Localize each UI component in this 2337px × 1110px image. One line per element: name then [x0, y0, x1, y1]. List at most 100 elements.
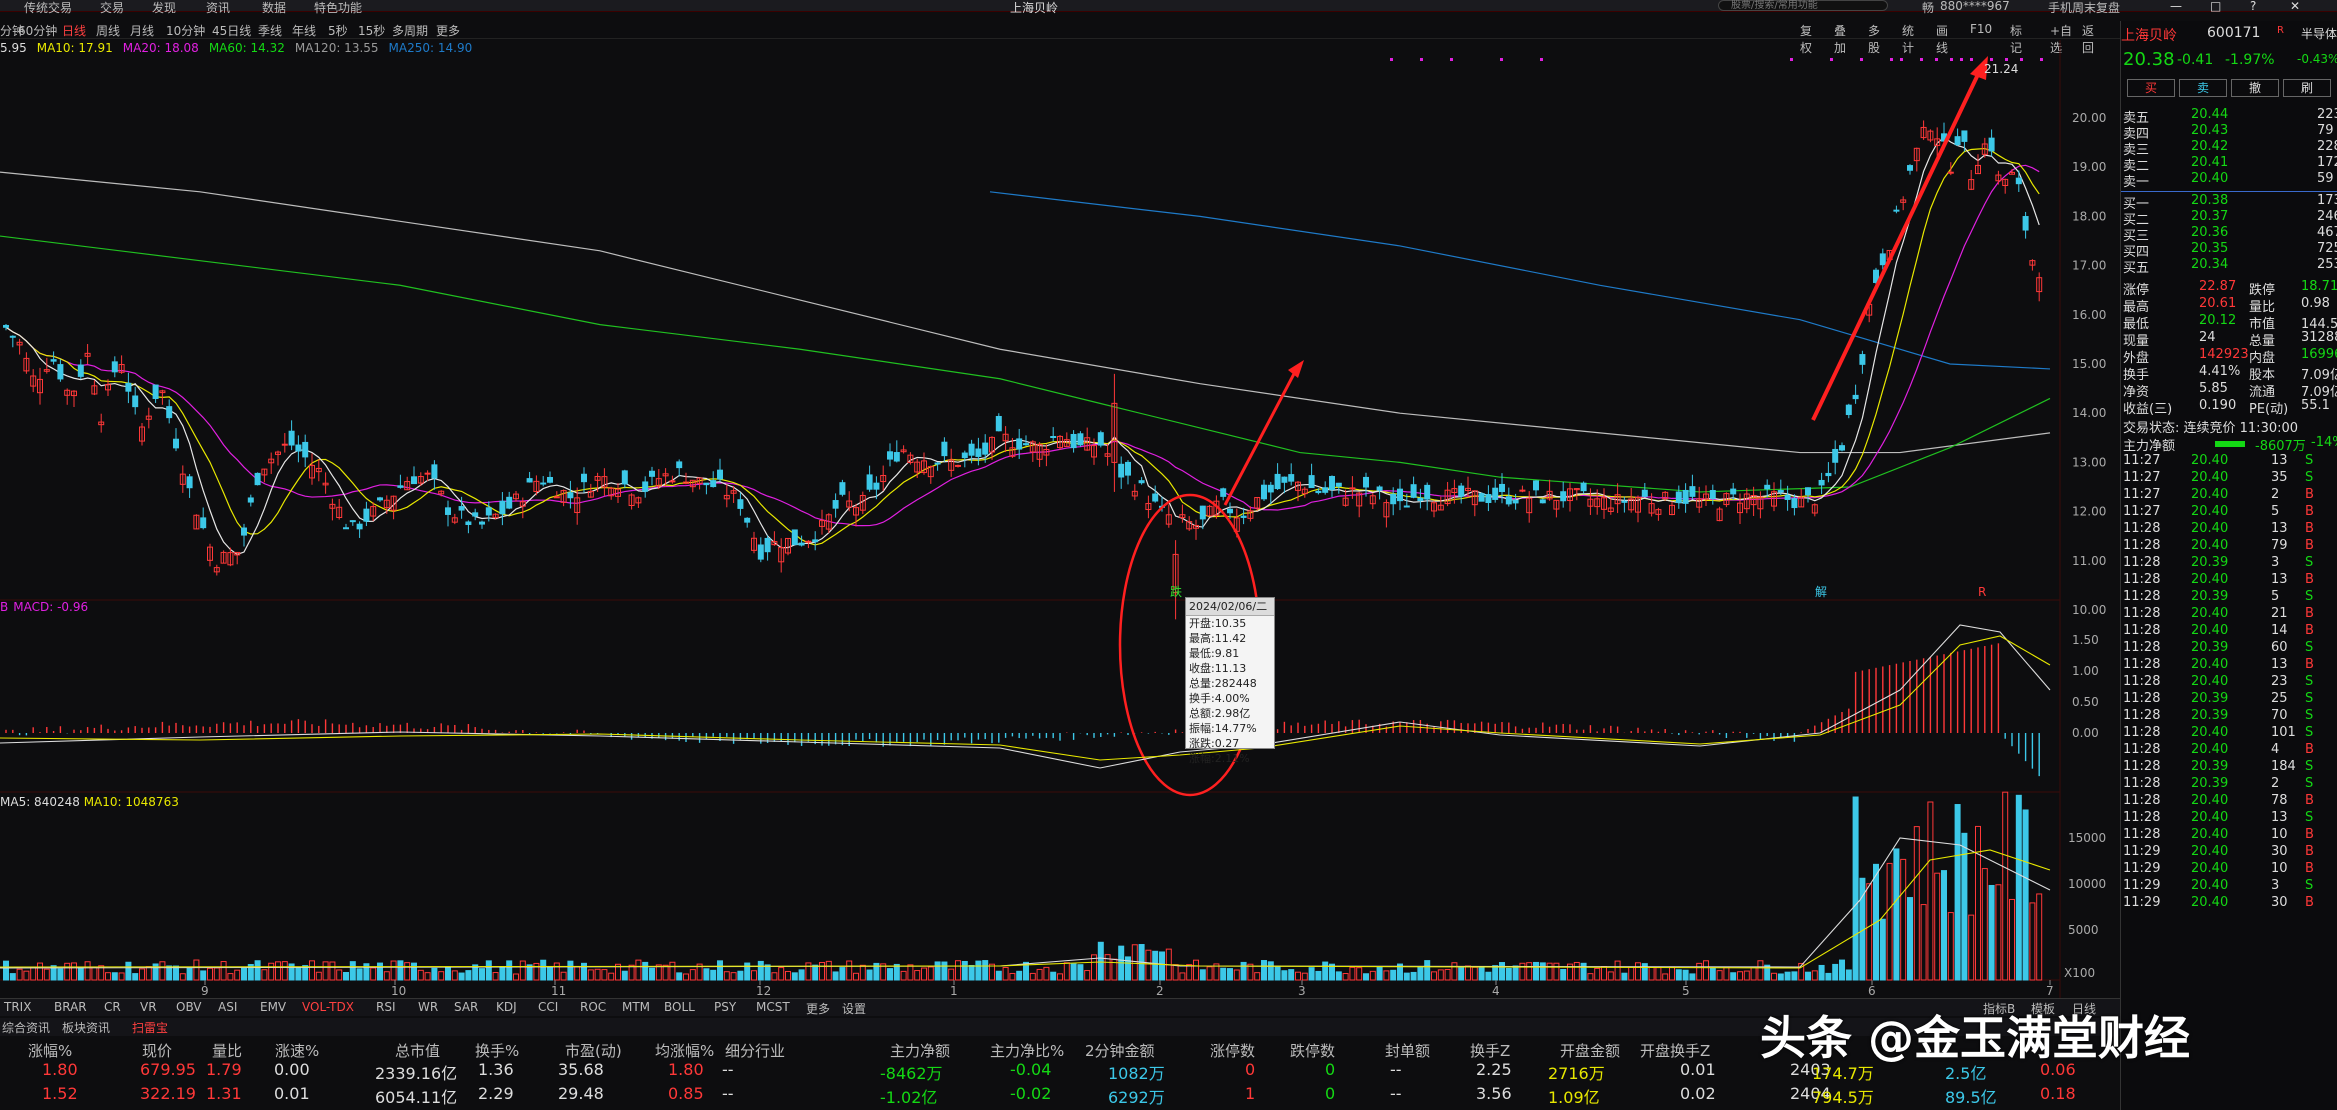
stat-label: PE(动) [2249, 402, 2289, 417]
column-header[interactable]: 开盘换手Z [1640, 1040, 1710, 1061]
macd-tick-label: 0.00 [2072, 726, 2099, 740]
column-header[interactable]: 细分行业 [725, 1040, 785, 1061]
volume-bar [1709, 967, 1716, 981]
indicator-tab[interactable]: SAR [454, 1000, 478, 1014]
indicator-tab[interactable]: CR [104, 1000, 121, 1014]
candle-body [302, 441, 309, 458]
volume-bar [723, 971, 730, 981]
candle-body [1417, 497, 1424, 502]
tooltip-row: 总额:2.98亿 [1189, 707, 1251, 720]
info-tab-active[interactable]: 扫雷宝 [132, 1019, 168, 1036]
tick-volume: 70 [2271, 708, 2288, 723]
stat-value: 18.71 [2301, 279, 2337, 294]
macd-value: MACD: -0.96 [13, 600, 89, 614]
help-icon[interactable]: ? [2250, 0, 2256, 13]
column-header[interactable]: 现价 [142, 1040, 172, 1061]
signal-dot [1900, 58, 1903, 61]
indicator-tab[interactable]: RSI [376, 1000, 396, 1014]
volume-bar [785, 970, 791, 981]
trade-button[interactable]: 撤 [2231, 79, 2279, 97]
signal-dot [2005, 58, 2008, 61]
candle-body [1050, 436, 1057, 439]
indicator-tab[interactable]: BRAR [54, 1000, 87, 1014]
column-header[interactable]: 2分钟金额 [1085, 1040, 1155, 1061]
indicator-tab[interactable]: OBV [176, 1000, 202, 1014]
column-header[interactable]: 主力净额 [890, 1040, 950, 1061]
indicator-tab[interactable]: MCST [756, 1000, 790, 1014]
maximize-icon[interactable]: □ [2210, 0, 2221, 13]
minimize-icon[interactable]: — [2170, 0, 2182, 13]
tick-time: 11:28 [2123, 793, 2161, 808]
indicator-tab[interactable]: TRIX [4, 1000, 31, 1014]
volume-bar [982, 960, 989, 981]
column-header[interactable]: 总市值 [395, 1040, 440, 1061]
candle-body [676, 461, 683, 469]
indicator-tab[interactable]: ROC [580, 1000, 606, 1014]
volume-bar [1240, 961, 1247, 981]
trade-button[interactable]: 刷 [2283, 79, 2331, 97]
volume-bar [717, 960, 723, 981]
indicator-tab[interactable]: ASI [218, 1000, 237, 1014]
indicator-tab[interactable]: PSY [714, 1000, 736, 1014]
trade-button[interactable]: 买 [2127, 79, 2175, 97]
column-header[interactable]: 涨停数 [1210, 1040, 1255, 1061]
volume-bar [601, 969, 608, 981]
volume-bar [1743, 970, 1750, 981]
column-header[interactable]: 封单额 [1385, 1040, 1430, 1061]
main-net-label: 主力净额 [2123, 439, 2176, 454]
volume-bar [2029, 902, 2036, 981]
volume-bar [227, 973, 234, 981]
info-tab[interactable]: 综合资讯 [2, 1019, 50, 1036]
tick-volume: 25 [2271, 691, 2288, 706]
indicator-tab[interactable]: 设置 [842, 1000, 866, 1017]
volume-bar [846, 960, 853, 981]
column-header[interactable]: 量比 [212, 1040, 242, 1061]
column-header[interactable]: 涨幅% [28, 1040, 72, 1061]
tick-price: 20.40 [2191, 827, 2229, 842]
tick-price: 20.39 [2191, 759, 2229, 774]
bid-price: 20.38 [2191, 193, 2229, 208]
column-header[interactable]: 换手Z [1470, 1040, 1510, 1061]
column-header[interactable]: 涨速% [275, 1040, 319, 1061]
column-header[interactable]: 开盘金额 [1560, 1040, 1620, 1061]
main-net-pct: -14% [2311, 435, 2337, 450]
kline-chart[interactable]: 20.0019.0018.0017.0016.0015.0014.0013.00… [0, 0, 2120, 998]
column-header[interactable]: 主力净比% [990, 1040, 1064, 1061]
volume-bar [995, 970, 1002, 981]
column-header[interactable]: 换手% [475, 1040, 519, 1061]
info-tab[interactable]: 板块资讯 [62, 1019, 110, 1036]
column-header[interactable]: 市盈(动) [565, 1040, 622, 1061]
volume-bar [1614, 960, 1621, 981]
indicator-tab[interactable]: VOL-TDX [302, 1000, 354, 1014]
indicator-tab[interactable]: 更多 [806, 1000, 830, 1017]
trade-button[interactable]: 卖 [2179, 79, 2227, 97]
indicator-tab[interactable]: VR [140, 1000, 157, 1014]
indicator-tab[interactable]: MTM [622, 1000, 650, 1014]
tick-volume: 30 [2271, 844, 2288, 859]
indicator-tab[interactable]: BOLL [664, 1000, 695, 1014]
close-icon[interactable]: ✕ [2290, 0, 2300, 13]
indicator-tab[interactable]: EMV [260, 1000, 286, 1014]
candle-body [737, 499, 744, 509]
macd-tick-label: 0.50 [2072, 695, 2099, 709]
volume-bar [1968, 914, 1975, 981]
volume-bar [1267, 961, 1274, 981]
ask-volume: 228 [2317, 139, 2337, 154]
vol-ma5-line [0, 837, 2051, 969]
table-cell: 29.48 [558, 1084, 604, 1103]
indicator-tab[interactable]: CCI [538, 1000, 558, 1014]
ma20-line [5, 164, 2040, 527]
candle-body [349, 520, 356, 523]
column-header[interactable]: 跌停数 [1290, 1040, 1335, 1061]
column-header[interactable]: 均涨幅% [655, 1040, 714, 1061]
tooltip-row: 换手:4.00% [1189, 692, 1250, 705]
volume-bar [159, 961, 166, 981]
volume-bar [1356, 967, 1363, 981]
volume-bar [961, 960, 968, 981]
volume-bar [1716, 970, 1723, 981]
sector-name[interactable]: 半导体 [2301, 25, 2337, 42]
indicator-tab[interactable]: KDJ [496, 1000, 517, 1014]
signal-dot [1960, 58, 1963, 61]
indicator-tab[interactable]: WR [418, 1000, 438, 1014]
candle-body [281, 443, 288, 446]
